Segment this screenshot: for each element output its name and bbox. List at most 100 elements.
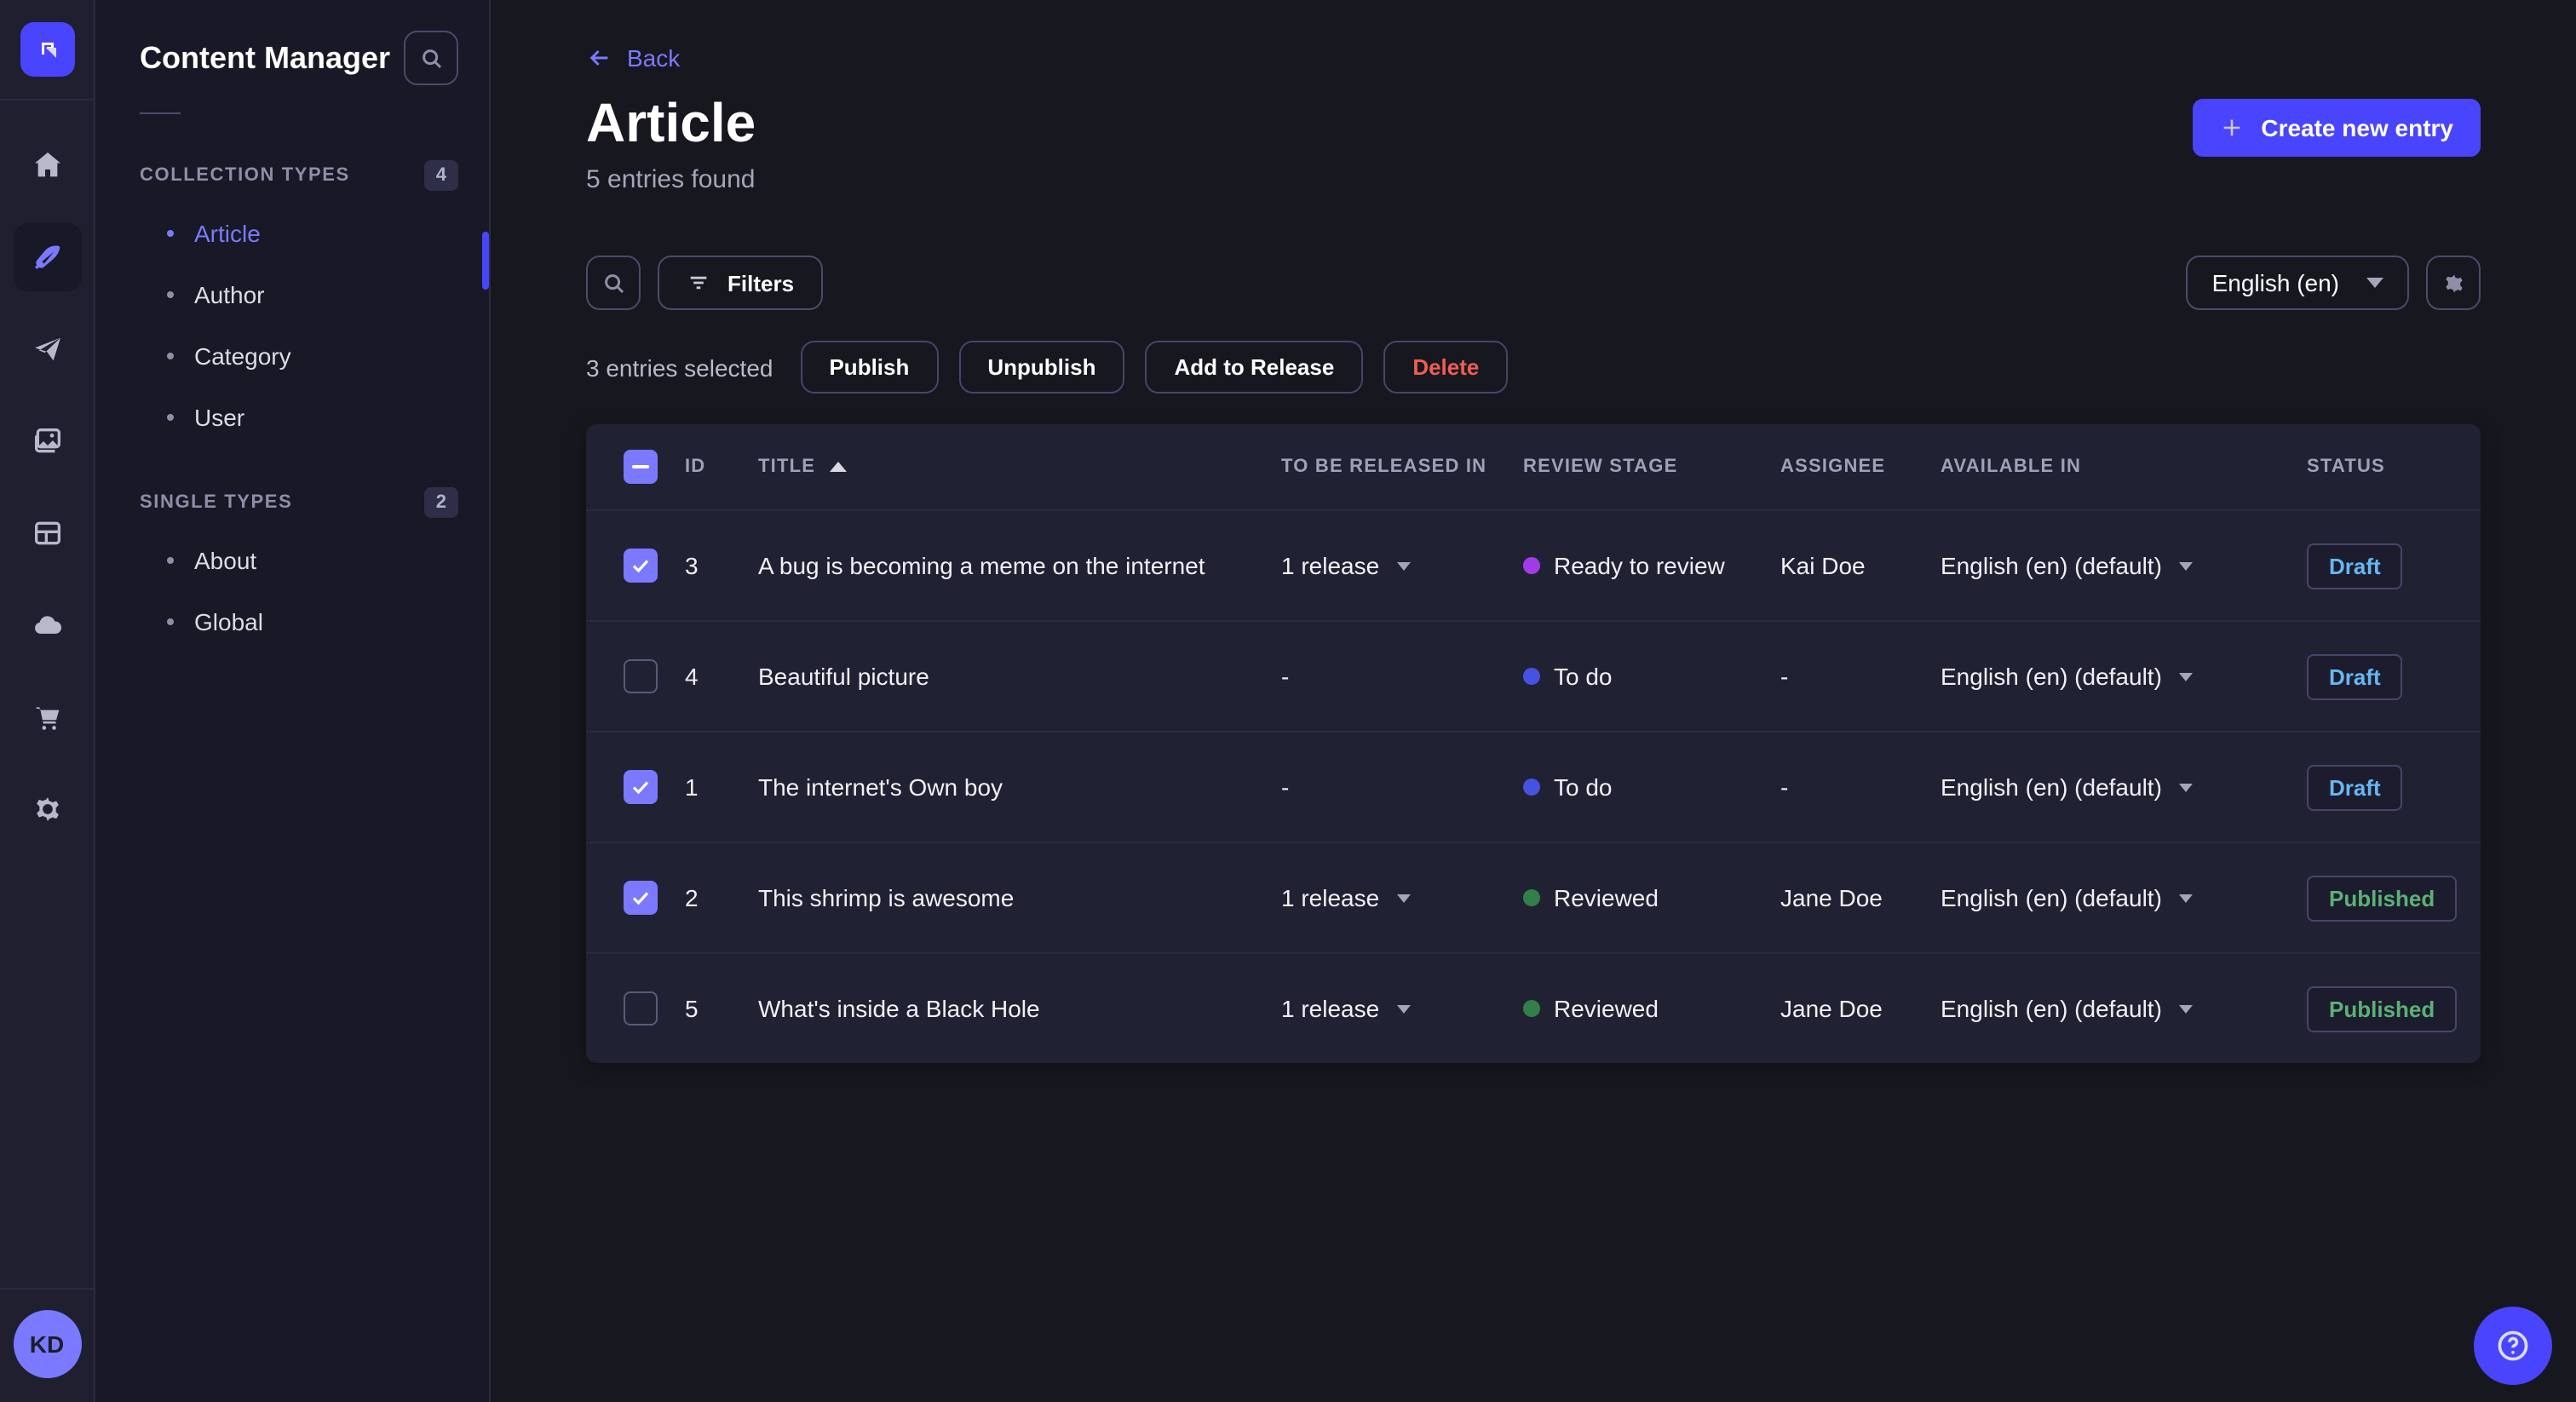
- sort-ascending-icon[interactable]: [829, 462, 847, 472]
- available-in-value: English (en) (default): [1941, 884, 2162, 911]
- cell-title: What's inside a Black Hole: [758, 995, 1040, 1022]
- settings-gear-icon[interactable]: [13, 775, 81, 843]
- table-row[interactable]: 3 A bug is becoming a meme on the intern…: [586, 509, 2481, 620]
- create-new-entry-button[interactable]: Create new entry: [2193, 99, 2481, 157]
- column-header-assignee: ASSIGNEE: [1780, 457, 1886, 477]
- filters-button[interactable]: Filters: [658, 256, 824, 310]
- cell-id: 5: [685, 995, 699, 1022]
- locale-value: English (en): [2211, 269, 2339, 296]
- cell-title: Beautiful picture: [758, 663, 929, 690]
- available-in-value: English (en) (default): [1941, 773, 2162, 801]
- table-row[interactable]: 4 Beautiful picture - To do - English (e…: [586, 620, 2481, 731]
- scrollbar-thumb[interactable]: [482, 232, 489, 290]
- sidebar-item-article[interactable]: Article: [140, 203, 458, 264]
- chevron-down-icon: [2178, 783, 2193, 791]
- chevron-down-icon: [1396, 1004, 1411, 1013]
- delete-button[interactable]: Delete: [1383, 341, 1509, 394]
- available-in-value: English (en) (default): [1941, 552, 2162, 579]
- add-to-release-button[interactable]: Add to Release: [1145, 341, 1364, 394]
- list-toolbar: Filters English (en): [586, 256, 2481, 310]
- release-value: 1 release: [1281, 884, 1380, 911]
- sidebar-item-label: User: [194, 404, 245, 431]
- subnav-sections: COLLECTION TYPES 4 Article Author Catego…: [95, 114, 489, 652]
- sidebar-item-about[interactable]: About: [140, 530, 458, 591]
- cell-title: A bug is becoming a meme on the internet: [758, 552, 1205, 579]
- release-dropdown[interactable]: -: [1281, 663, 1289, 690]
- entries-count: 5 entries found: [586, 165, 756, 194]
- review-stage-dot: [1523, 668, 1540, 685]
- subnav-section: COLLECTION TYPES 4 Article Author Catego…: [140, 148, 458, 448]
- plus-icon: [2224, 119, 2240, 136]
- app-root: KD Content Manager COLLECTION TYPES 4 Ar…: [0, 0, 2576, 1402]
- sidebar-item-category[interactable]: Category: [140, 325, 458, 387]
- filter-icon: [690, 276, 707, 290]
- content-type-builder-layout-icon[interactable]: [13, 499, 81, 567]
- cell-review-stage: Reviewed: [1554, 884, 1659, 911]
- sidebar-item-label: Author: [194, 281, 265, 308]
- cell-assignee: Kai Doe: [1780, 552, 1866, 579]
- release-dropdown[interactable]: 1 release: [1281, 995, 1411, 1022]
- locale-dropdown[interactable]: English (en) (default): [1941, 995, 2193, 1022]
- column-header-title: TITLE: [758, 457, 1281, 477]
- column-header-status: STATUS: [2307, 457, 2385, 477]
- cell-assignee: Jane Doe: [1780, 995, 1883, 1022]
- row-checkbox[interactable]: [624, 549, 658, 583]
- column-header-id: ID: [685, 457, 706, 477]
- table-row[interactable]: 5 What's inside a Black Hole 1 release R…: [586, 952, 2481, 1063]
- chevron-down-icon: [2178, 1004, 2193, 1013]
- locale-dropdown[interactable]: English (en) (default): [1941, 552, 2193, 579]
- table-row[interactable]: 2 This shrimp is awesome 1 release Revie…: [586, 842, 2481, 952]
- review-stage-dot: [1523, 1000, 1540, 1017]
- table-search-button[interactable]: [586, 256, 641, 310]
- bullet-icon: [167, 291, 174, 298]
- row-checkbox[interactable]: [624, 991, 658, 1026]
- locale-select[interactable]: English (en): [2186, 256, 2409, 310]
- releases-paper-plane-icon[interactable]: [13, 315, 81, 383]
- available-in-value: English (en) (default): [1941, 663, 2162, 690]
- back-link[interactable]: Back: [586, 44, 680, 72]
- release-dropdown[interactable]: -: [1281, 773, 1289, 801]
- question-mark-icon: [2498, 1330, 2528, 1361]
- content-manager-feather-icon[interactable]: [13, 223, 81, 291]
- chevron-down-icon: [2178, 672, 2193, 681]
- publish-button[interactable]: Publish: [800, 341, 939, 394]
- cell-assignee: -: [1780, 663, 1789, 690]
- release-dropdown[interactable]: 1 release: [1281, 884, 1411, 911]
- marketplace-cart-icon[interactable]: [13, 683, 81, 751]
- subnav-search-button[interactable]: [404, 31, 458, 85]
- sidebar-item-user[interactable]: User: [140, 387, 458, 448]
- back-arrow-icon: [589, 49, 608, 66]
- column-header-review-stage: REVIEW STAGE: [1523, 457, 1678, 477]
- home-icon[interactable]: [13, 131, 81, 199]
- cell-title: The internet's Own boy: [758, 773, 1003, 801]
- release-value: 1 release: [1281, 995, 1380, 1022]
- media-library-images-icon[interactable]: [13, 407, 81, 475]
- cloud-icon[interactable]: [13, 591, 81, 659]
- table-header-row: ID TITLE TO BE RELEASED IN REVIEW STAGE …: [586, 424, 2481, 509]
- check-icon: [632, 560, 649, 573]
- user-avatar[interactable]: KD: [13, 1310, 81, 1378]
- sidebar-item-author[interactable]: Author: [140, 264, 458, 325]
- sidebar-item-label: Article: [194, 220, 261, 247]
- table-row[interactable]: 1 The internet's Own boy - To do - Engli…: [586, 731, 2481, 842]
- unpublish-button[interactable]: Unpublish: [958, 341, 1125, 394]
- locale-dropdown[interactable]: English (en) (default): [1941, 773, 2193, 801]
- main-content: Back Article 5 entries found Create new …: [491, 0, 2576, 1402]
- row-checkbox[interactable]: [624, 881, 658, 915]
- release-value: -: [1281, 773, 1290, 801]
- chevron-down-icon: [2178, 561, 2193, 570]
- cell-review-stage: Ready to review: [1554, 552, 1725, 579]
- help-button[interactable]: [2474, 1307, 2552, 1385]
- row-checkbox[interactable]: [624, 770, 658, 804]
- locale-dropdown[interactable]: English (en) (default): [1941, 663, 2193, 690]
- view-settings-button[interactable]: [2426, 256, 2481, 310]
- filters-label: Filters: [727, 270, 795, 296]
- row-checkbox[interactable]: [624, 659, 658, 693]
- locale-dropdown[interactable]: English (en) (default): [1941, 884, 2193, 911]
- column-header-title-label: TITLE: [758, 457, 816, 477]
- strapi-logo[interactable]: [20, 22, 74, 77]
- release-dropdown[interactable]: 1 release: [1281, 552, 1411, 579]
- select-all-checkbox[interactable]: [624, 450, 658, 484]
- sidebar-item-global[interactable]: Global: [140, 591, 458, 652]
- bullet-icon: [167, 230, 174, 237]
